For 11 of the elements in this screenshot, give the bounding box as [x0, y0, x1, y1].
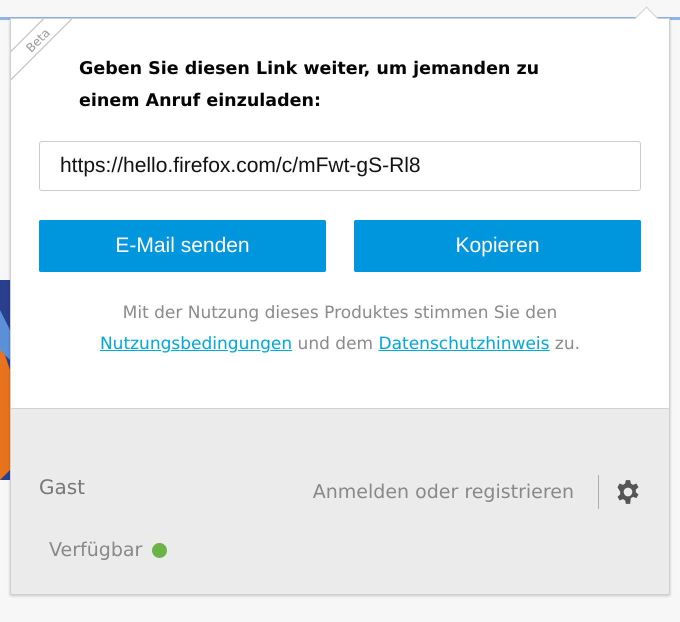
- action-button[interactable]: E-Mail senden: [39, 220, 326, 272]
- action-button[interactable]: Kopieren: [354, 220, 641, 272]
- terms-link[interactable]: Datenschutzhinweis: [378, 334, 550, 354]
- settings-icon[interactable]: [615, 479, 641, 505]
- terms-text: Mit der Nutzung dieses Produktes stimmen Sie den Nutzungsbedingungen und dem Datenschutzhinweis zu.: [98, 302, 582, 356]
- terms-link[interactable]: Nutzungsbedingungen: [100, 334, 292, 354]
- user-name: Gast: [39, 475, 86, 499]
- link-field[interactable]: https://hello.firefox.com/c/mFwt-gS-Rl8: [39, 141, 641, 191]
- sign-in-link[interactable]: Anmelden oder registrieren: [312, 481, 574, 503]
- panel-heading: Geben Sie diesen Link weiter, um jemanden zu einem Anruf einzuladen:: [79, 58, 540, 113]
- status-label: Verfügbar: [49, 539, 142, 561]
